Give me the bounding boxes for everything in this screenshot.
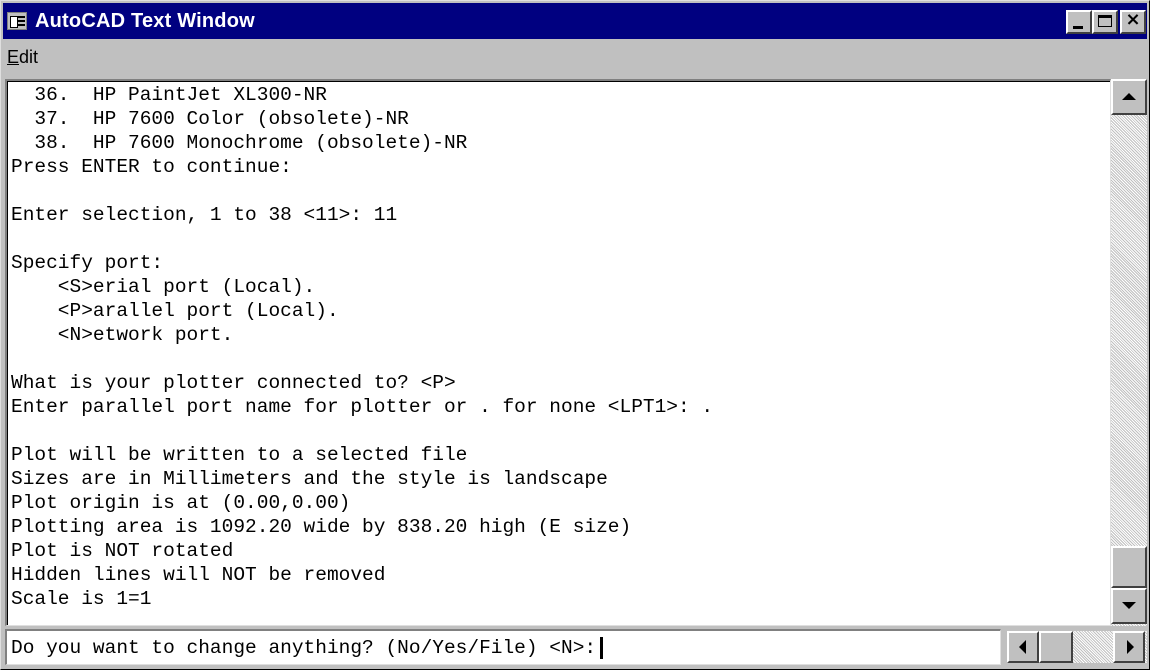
close-icon: × [1125, 9, 1141, 30]
text-line: Hidden lines will NOT be removed [11, 564, 386, 586]
text-line: Plot will be written to a selected file [11, 444, 468, 466]
minimize-icon [1073, 26, 1083, 29]
window-title: AutoCAD Text Window [35, 10, 255, 32]
scroll-up-button[interactable] [1111, 79, 1147, 115]
horizontal-scroll-thumb[interactable] [1039, 631, 1073, 663]
arrow-up-icon [1122, 93, 1136, 100]
text-line: Specify port: [11, 252, 164, 274]
command-input[interactable]: Do you want to change anything? (No/Yes/… [5, 629, 1001, 665]
text-line: 36. HP PaintJet XL300-NR [11, 84, 327, 106]
text-line [11, 179, 713, 203]
maximize-button[interactable] [1092, 10, 1118, 34]
text-line [11, 419, 713, 443]
title-bar[interactable]: AutoCAD Text Window × [3, 3, 1147, 39]
menu-edit[interactable]: Edit [7, 47, 38, 68]
text-line: Plot is NOT rotated [11, 540, 234, 562]
text-history-lines: 36. HP PaintJet XL300-NR 37. HP 7600 Col… [11, 83, 713, 611]
text-line: Sizes are in Millimeters and the style i… [11, 468, 608, 490]
arrow-right-icon [1127, 640, 1134, 654]
text-line [11, 347, 713, 371]
scroll-thumb[interactable] [1111, 546, 1147, 588]
text-line: Scale is 1=1 [11, 588, 152, 610]
scroll-right-button[interactable] [1113, 631, 1145, 663]
text-line: 38. HP 7600 Monochrome (obsolete)-NR [11, 132, 468, 154]
text-line: Plotting area is 1092.20 wide by 838.20 … [11, 516, 632, 538]
vertical-scrollbar[interactable] [1111, 79, 1147, 626]
text-line: Press ENTER to continue: [11, 156, 292, 178]
text-line: Plot origin is at (0.00,0.00) [11, 492, 351, 514]
menu-bar: Edit [3, 41, 1147, 75]
text-window-icon[interactable] [7, 12, 27, 30]
command-prompt: Do you want to change anything? (No/Yes/… [11, 636, 604, 660]
text-line: 37. HP 7600 Color (obsolete)-NR [11, 108, 409, 130]
text-history-area[interactable]: 36. HP PaintJet XL300-NR 37. HP 7600 Col… [5, 79, 1111, 626]
scroll-left-button[interactable] [1007, 631, 1039, 663]
autocad-text-window: AutoCAD Text Window × Edit 36. HP PaintJ… [0, 0, 1150, 670]
horizontal-scrollbar[interactable] [1007, 631, 1147, 663]
text-caret [600, 636, 604, 659]
text-line [11, 227, 713, 251]
text-line: What is your plotter connected to? <P> [11, 372, 456, 394]
arrow-down-icon [1122, 602, 1136, 609]
close-button[interactable]: × [1120, 10, 1146, 34]
text-line: Enter parallel port name for plotter or … [11, 396, 714, 418]
text-line: Enter selection, 1 to 38 <11>: 11 [11, 204, 398, 226]
menu-edit-label: dit [19, 47, 39, 67]
command-prompt-text: Do you want to change anything? (No/Yes/… [11, 637, 597, 659]
maximize-icon [1098, 15, 1112, 27]
minimize-button[interactable] [1066, 10, 1092, 34]
text-line: <N>etwork port. [11, 324, 234, 346]
text-line: <S>erial port (Local). [11, 276, 316, 298]
scroll-down-button[interactable] [1111, 588, 1147, 624]
text-line: <P>arallel port (Local). [11, 300, 339, 322]
arrow-left-icon [1019, 640, 1026, 654]
menu-edit-mnemonic: E [7, 47, 20, 67]
